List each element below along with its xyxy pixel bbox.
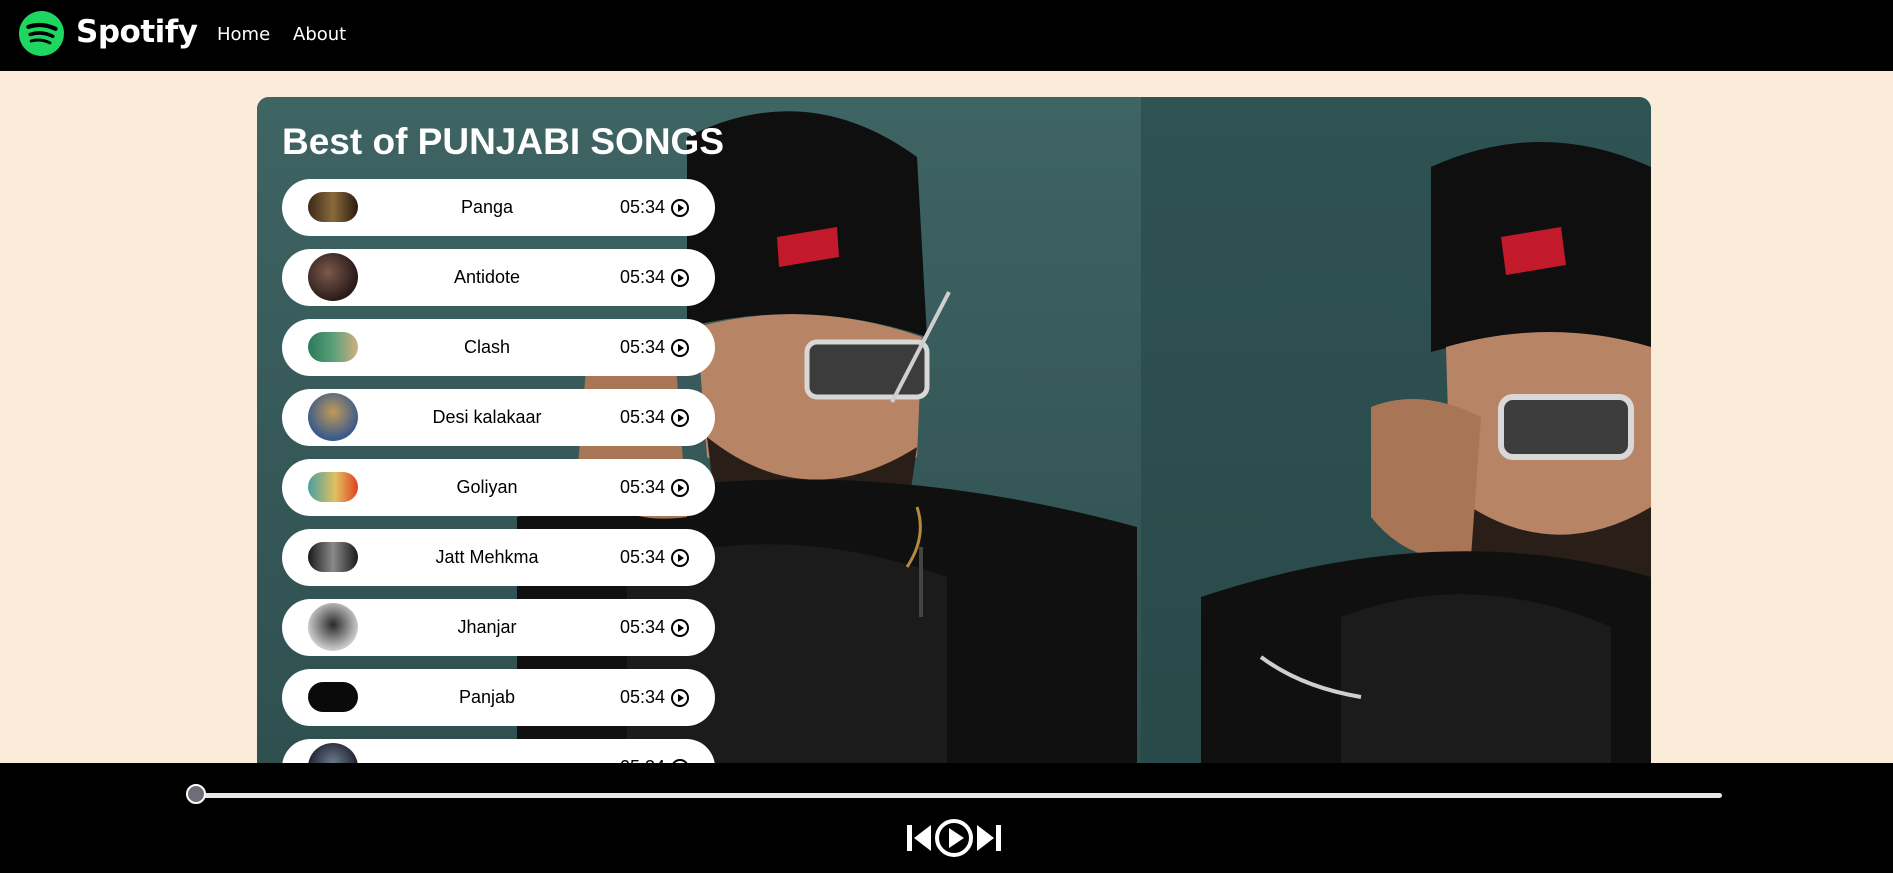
song-duration: 05:34 (620, 197, 666, 217)
nav-link-home[interactable]: Home (217, 24, 270, 45)
song-cover (308, 542, 358, 572)
playback-controls (906, 818, 1002, 858)
song-duration: 05:34 (620, 687, 666, 707)
spotify-logo-icon[interactable] (19, 11, 64, 56)
play-circle-icon[interactable] (670, 338, 690, 358)
song-cover (308, 682, 358, 712)
song-item[interactable]: Jatt Mehkma 05:34 (282, 529, 715, 586)
song-cover (308, 192, 358, 222)
song-cover (308, 332, 358, 362)
song-item[interactable]: Desi kalakaar 05:34 (282, 389, 715, 446)
song-cover (308, 393, 358, 441)
next-track-icon[interactable] (976, 822, 1002, 854)
song-duration: 05:34 (620, 407, 666, 427)
song-cover (308, 603, 358, 651)
play-circle-icon[interactable] (670, 478, 690, 498)
song-name: Goliyan (456, 477, 518, 497)
song-name: Clash (463, 337, 511, 357)
previous-track-icon[interactable] (906, 822, 932, 854)
play-circle-icon[interactable] (670, 618, 690, 638)
artist-figure-right (1201, 142, 1651, 797)
song-list: Panga 05:34 Antidote 05:34 Clash 05:34 D… (282, 179, 715, 797)
song-duration: 05:34 (620, 267, 666, 287)
player-bar (0, 763, 1893, 873)
song-item[interactable]: Goliyan 05:34 (282, 459, 715, 516)
play-circle-icon[interactable] (670, 198, 690, 218)
play-circle-icon[interactable] (670, 548, 690, 568)
song-item[interactable]: Jhanjar 05:34 (282, 599, 715, 656)
play-icon[interactable] (934, 818, 974, 858)
playlist-title: Best of PUNJABI SONGS (282, 121, 725, 162)
song-duration: 05:34 (620, 477, 666, 497)
song-name: Jatt Mehkma (435, 547, 539, 567)
seek-handle[interactable] (186, 784, 206, 804)
song-name: Jhanjar (457, 617, 517, 637)
seek-slider[interactable] (186, 784, 1722, 804)
playlist-container: Best of PUNJABI SONGS Panga 05:34 Antido… (257, 97, 1651, 797)
play-circle-icon[interactable] (670, 688, 690, 708)
song-name: Panjab (458, 687, 516, 707)
song-duration: 05:34 (620, 547, 666, 567)
brand-name[interactable]: Spotify (76, 14, 198, 50)
song-duration: 05:34 (620, 337, 666, 357)
song-item[interactable]: Panjab 05:34 (282, 669, 715, 726)
song-item[interactable]: Panga 05:34 (282, 179, 715, 236)
song-item[interactable]: Antidote 05:34 (282, 249, 715, 306)
song-item[interactable]: Clash 05:34 (282, 319, 715, 376)
seek-track[interactable] (188, 793, 1722, 798)
song-name: Desi kalakaar (432, 407, 542, 427)
song-cover (308, 472, 358, 502)
play-circle-icon[interactable] (670, 268, 690, 288)
top-navbar: Spotify Home About (0, 0, 1893, 71)
song-name: Panga (460, 197, 514, 217)
play-circle-icon[interactable] (670, 408, 690, 428)
nav-link-about[interactable]: About (293, 24, 346, 45)
song-cover (308, 253, 358, 301)
song-name: Antidote (453, 267, 521, 287)
song-duration: 05:34 (620, 617, 666, 637)
